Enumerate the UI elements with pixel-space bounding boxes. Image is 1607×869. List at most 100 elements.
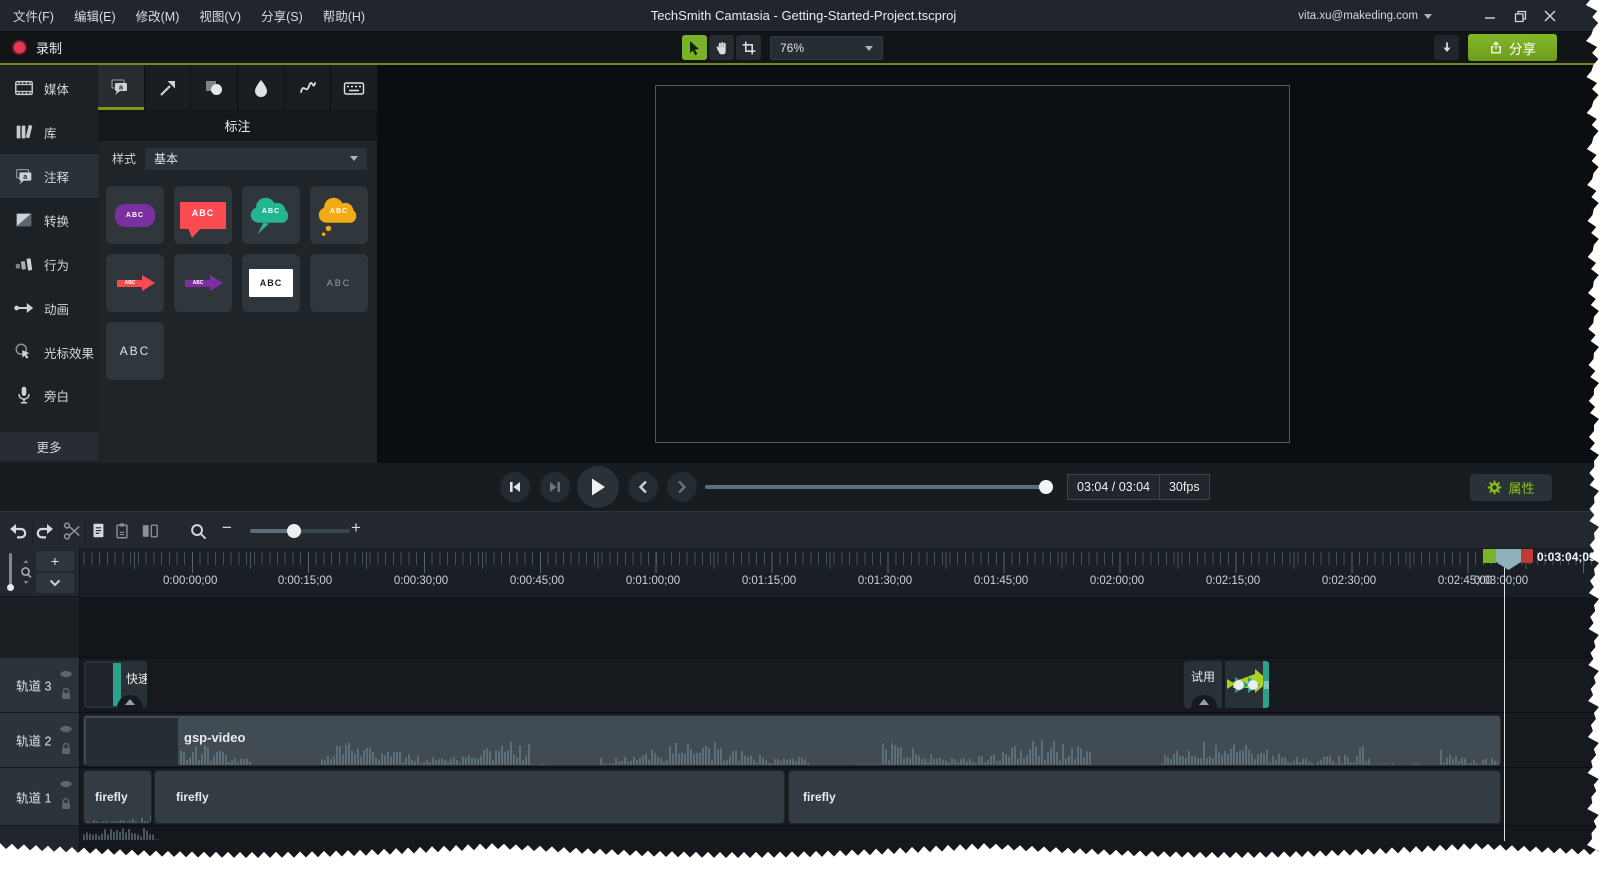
crop-tool-button[interactable] — [736, 35, 761, 60]
add-track-button[interactable]: + — [36, 551, 74, 571]
select-tool-button[interactable] — [682, 35, 707, 60]
timeline-empty-area[interactable] — [80, 597, 1607, 658]
sidebar-item-cursor-effects[interactable]: 光标效果 — [0, 330, 98, 374]
callout-style-purple-arrow[interactable]: ABC — [174, 254, 232, 312]
seek-slider-handle[interactable] — [1039, 480, 1053, 494]
clip-animation-effect[interactable] — [1224, 660, 1270, 709]
sidebar-item-transitions[interactable]: 转换 — [0, 198, 98, 242]
lock-icon[interactable] — [60, 687, 72, 700]
menu-help[interactable]: 帮助(H) — [323, 6, 365, 25]
callout-style-red-bubble[interactable]: ABC — [174, 186, 232, 244]
timeline-zoom-slider-handle[interactable] — [287, 524, 301, 538]
tab-shapes[interactable] — [191, 65, 238, 110]
minimize-button[interactable] — [1475, 0, 1505, 32]
eye-icon[interactable] — [59, 669, 73, 679]
eye-icon[interactable] — [59, 779, 73, 789]
sidebar-item-media[interactable]: 媒体 — [0, 66, 98, 110]
pan-tool-button[interactable] — [709, 35, 734, 60]
menu-file[interactable]: 文件(F) — [13, 6, 54, 25]
lock-icon[interactable] — [60, 797, 72, 810]
copy-button[interactable] — [86, 519, 110, 543]
track-height-slider-handle[interactable] — [7, 584, 14, 591]
clip-firefly-3[interactable]: firefly — [788, 770, 1501, 824]
split-button[interactable] — [138, 519, 162, 543]
tab-sketch-motion[interactable] — [285, 65, 332, 110]
track-header-2[interactable]: 轨道 2 — [0, 713, 80, 768]
track-1-lane[interactable]: firefly firefly firefly — [80, 768, 1607, 826]
callout-style-large-text[interactable]: ABC — [106, 322, 164, 380]
callout-style-plain-text[interactable]: ABC — [310, 254, 368, 312]
sidebar-item-library[interactable]: 库 — [0, 110, 98, 154]
clip-animation-notch[interactable] — [1191, 695, 1217, 708]
tab-blur-highlight[interactable] — [238, 65, 285, 110]
video-stage[interactable] — [655, 85, 1290, 443]
style-dropdown[interactable]: 基本 — [145, 148, 367, 170]
clip-trial[interactable]: 试用 — [1183, 660, 1223, 709]
track-2-lane[interactable]: gsp-video — [80, 713, 1607, 768]
undo-button[interactable] — [6, 519, 30, 543]
account-menu[interactable]: vita.xu@makeding.com — [1298, 0, 1432, 32]
timeline-zoom-button[interactable] — [186, 519, 210, 543]
step-backward-button[interactable] — [500, 472, 530, 502]
zoom-in-button[interactable]: + — [351, 518, 361, 538]
panel-title: 标注 — [98, 110, 377, 141]
zoom-level-dropdown[interactable]: 76% — [770, 36, 883, 60]
clip-firefly-2[interactable]: firefly — [154, 770, 785, 824]
cut-button[interactable] — [60, 519, 84, 543]
properties-button[interactable]: 属性 — [1470, 474, 1552, 501]
share-button[interactable]: 分享 — [1468, 34, 1557, 61]
callout-style-orange-thought-cloud[interactable]: ABC — [310, 186, 368, 244]
callout-style-white-box[interactable]: ABC — [242, 254, 300, 312]
ruler-label: 0:01:00;00 — [626, 575, 680, 587]
clip-quick[interactable]: 快速 — [83, 660, 148, 709]
sidebar-item-animations[interactable]: 动画 — [0, 286, 98, 330]
sidebar-item-behaviors[interactable]: 行为 — [0, 242, 98, 286]
clip-gsp-video[interactable]: gsp-video — [83, 715, 1501, 766]
clip-firefly-1[interactable]: firefly — [83, 770, 152, 824]
chevron-down-icon — [1424, 14, 1432, 19]
editor-canvas[interactable] — [377, 65, 1607, 463]
download-button[interactable] — [1434, 35, 1459, 60]
clip-animation-notch[interactable] — [117, 695, 143, 708]
tab-callouts[interactable]: a — [98, 65, 145, 110]
track-3-lane[interactable]: 快速 试用 — [80, 658, 1607, 713]
eye-icon[interactable] — [59, 724, 73, 734]
magnifier-icon — [189, 522, 208, 541]
previous-clip-button[interactable] — [628, 472, 658, 502]
play-button[interactable] — [577, 466, 619, 508]
track-header-1[interactable]: 轨道 1 — [0, 768, 80, 826]
tab-arrows[interactable] — [145, 65, 192, 110]
share-button-label: 分享 — [1509, 38, 1536, 58]
undo-icon — [8, 522, 28, 540]
cursor-icon — [687, 40, 702, 56]
chevron-down-icon — [49, 579, 61, 587]
record-button[interactable]: 录制 — [12, 32, 62, 63]
sidebar-item-annotations[interactable]: a 注释 — [0, 154, 98, 198]
playhead-in-handle[interactable] — [1483, 549, 1496, 563]
lock-icon[interactable] — [60, 742, 72, 755]
callout-style-teal-cloud[interactable]: ABC — [242, 186, 300, 244]
next-clip-button[interactable] — [667, 472, 697, 502]
redo-button[interactable] — [33, 519, 57, 543]
callout-style-purple-bubble[interactable]: ABC — [106, 186, 164, 244]
menu-modify[interactable]: 修改(M) — [136, 6, 180, 25]
close-button[interactable] — [1535, 0, 1565, 32]
restore-button[interactable] — [1505, 0, 1535, 32]
playhead-line[interactable] — [1504, 561, 1505, 841]
timeline-ruler[interactable]: 0:00:00;00 0:00:15;00 0:00:30;00 0:00:45… — [80, 548, 1607, 597]
menu-edit[interactable]: 编辑(E) — [74, 6, 116, 25]
paste-button[interactable] — [110, 519, 134, 543]
menu-share[interactable]: 分享(S) — [261, 6, 303, 25]
sidebar-item-voice-narration[interactable]: 旁白 — [0, 373, 98, 417]
zoom-out-button[interactable]: − — [222, 518, 232, 538]
seek-slider[interactable] — [705, 485, 1046, 489]
callout-style-red-arrow[interactable]: ABC — [106, 254, 164, 312]
collapse-tracks-button[interactable] — [36, 573, 74, 593]
track-header-3[interactable]: 轨道 3 — [0, 658, 80, 713]
step-forward-button[interactable] — [540, 472, 570, 502]
sidebar-more-button[interactable]: 更多 — [0, 432, 98, 461]
playhead-out-handle[interactable] — [1521, 549, 1533, 563]
menu-view[interactable]: 视图(V) — [199, 6, 241, 25]
tab-keystroke[interactable] — [331, 65, 377, 110]
chevron-down-icon — [865, 46, 873, 51]
